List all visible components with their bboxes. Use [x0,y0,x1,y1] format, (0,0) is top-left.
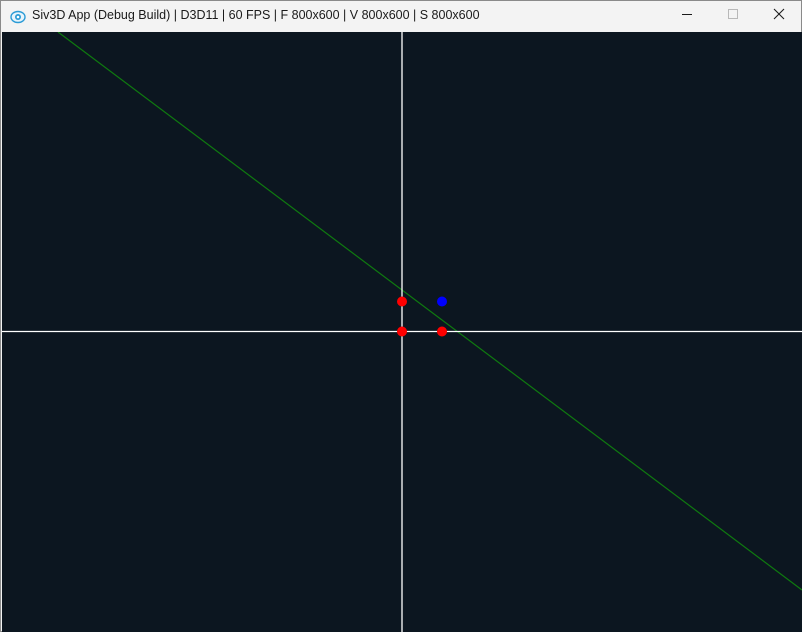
maximize-icon [727,7,739,25]
app-canvas[interactable] [2,32,802,632]
app-window: Siv3D App (Debug Build) | D3D11 | 60 FPS… [0,0,802,632]
window-title: Siv3D App (Debug Build) | D3D11 | 60 FPS… [32,8,480,22]
minimize-icon [681,7,693,25]
red-point [397,296,407,307]
red-point [397,326,407,337]
red-point [437,326,447,337]
scene-svg [2,32,802,632]
siv3d-eye-icon [10,9,26,25]
maximize-button[interactable] [710,1,756,31]
close-icon [773,7,785,25]
title-bar[interactable]: Siv3D App (Debug Build) | D3D11 | 60 FPS… [1,1,801,31]
close-button[interactable] [756,1,802,31]
blue-point [437,296,447,307]
minimize-button[interactable] [664,1,710,31]
